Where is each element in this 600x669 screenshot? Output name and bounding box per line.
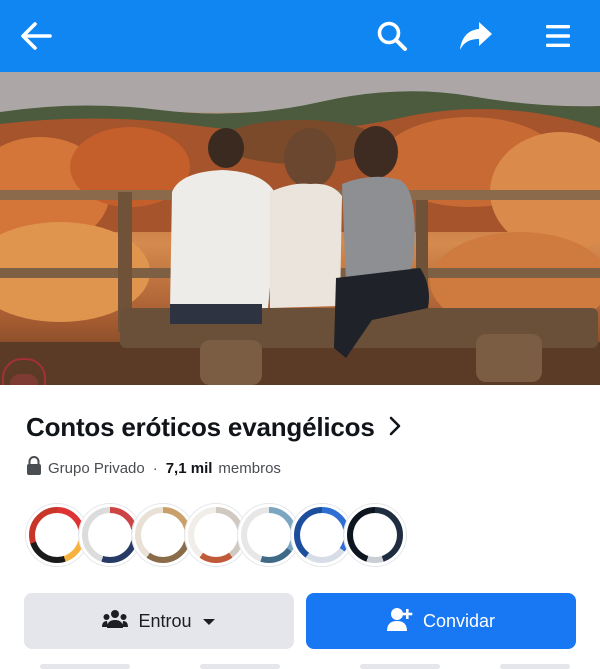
member-avatars[interactable] (26, 504, 416, 566)
joined-button[interactable]: Entrou (24, 593, 294, 649)
group-members-icon (102, 609, 129, 634)
chevron-right-icon (389, 412, 401, 443)
member-label: membros (218, 459, 281, 477)
group-meta: Grupo Privado · 7,1 mil membros (26, 456, 281, 480)
group-name: Contos eróticos evangélicos (26, 411, 375, 442)
invite-label: Convidar (422, 610, 496, 631)
back-arrow-icon[interactable] (12, 12, 60, 60)
share-icon[interactable] (452, 12, 500, 60)
menu-icon[interactable] (534, 12, 582, 60)
caret-down-icon (202, 611, 216, 632)
member-count: 7,1 mil (165, 459, 213, 477)
member-avatar[interactable] (344, 504, 406, 566)
cover-illustration (0, 72, 600, 385)
group-title[interactable]: Contos eróticos evangélicos (26, 409, 401, 445)
meta-separator: · (152, 459, 158, 477)
invite-button[interactable]: Convidar (306, 593, 576, 649)
add-person-icon (386, 606, 413, 637)
joined-label: Entrou (138, 610, 192, 631)
lock-icon (26, 456, 42, 480)
privacy-label: Grupo Privado (48, 459, 145, 477)
cover-photo[interactable] (0, 72, 600, 385)
top-app-bar (0, 0, 600, 72)
next-row-peek (0, 662, 600, 669)
search-icon[interactable] (368, 12, 416, 60)
